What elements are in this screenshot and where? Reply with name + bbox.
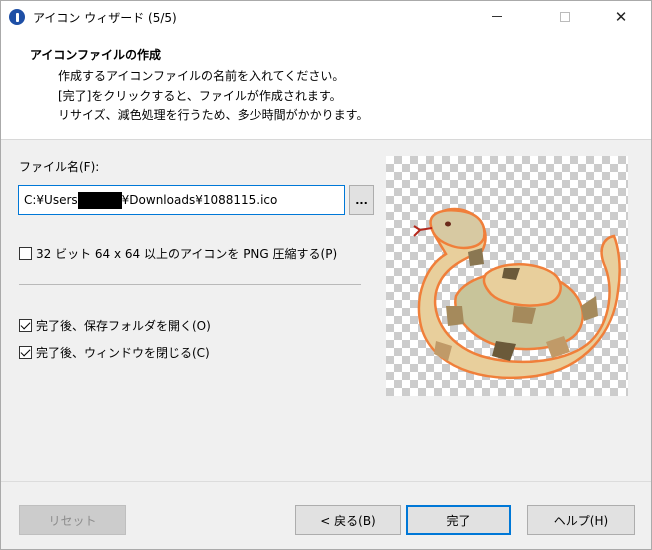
snake-patch — [492, 341, 516, 361]
open-folder-option[interactable]: 完了後、保存フォルダを開く(O) — [19, 317, 211, 334]
redacted-username — [77, 191, 122, 209]
back-button[interactable]: < 戻る(B) — [295, 505, 401, 535]
icon-preview — [386, 156, 628, 396]
snake-icon — [413, 207, 621, 380]
open-folder-checkbox[interactable] — [19, 319, 32, 332]
browse-button[interactable]: ... — [349, 185, 374, 215]
footer-divider — [1, 481, 651, 482]
icon-wizard-window: アイコン ウィザード (5/5) ✕ アイコンファイルの作成 作成するアイコンフ… — [0, 0, 652, 550]
minimize-button[interactable] — [474, 1, 520, 32]
window-title: アイコン ウィザード (5/5) — [33, 11, 177, 25]
help-button[interactable]: ヘルプ(H) — [527, 505, 635, 535]
open-folder-label: 完了後、保存フォルダを開く(O) — [36, 319, 211, 333]
header-instruction-2: [完了]をクリックすると、ファイルが作成されます。 — [58, 89, 342, 103]
finish-button[interactable]: 完了 — [406, 505, 511, 535]
filename-label: ファイル名(F): — [19, 160, 100, 174]
snake-patch — [581, 296, 598, 321]
maximize-icon — [560, 11, 570, 22]
png-compress-label: 32 ビット 64 x 64 以上のアイコンを PNG 圧縮する(P) — [36, 247, 338, 261]
close-button[interactable]: ✕ — [598, 1, 644, 32]
header-instruction-1: 作成するアイコンファイルの名前を入れてください。 — [58, 69, 345, 83]
filename-prefix: C:¥Users — [24, 193, 78, 207]
maximize-button[interactable] — [542, 1, 588, 32]
filename-suffix: ¥Downloads¥1088115.ico — [121, 193, 278, 207]
minimize-icon — [492, 16, 502, 17]
wizard-header: アイコンファイルの作成 作成するアイコンファイルの名前を入れてください。 [完了… — [1, 32, 651, 140]
png-compress-option[interactable]: 32 ビット 64 x 64 以上のアイコンを PNG 圧縮する(P) — [19, 245, 337, 262]
snake-patch — [512, 306, 536, 324]
close-window-checkbox[interactable] — [19, 346, 32, 359]
close-icon: ✕ — [614, 7, 628, 26]
close-window-label: 完了後、ウィンドウを閉じる(C) — [36, 346, 210, 360]
snake-patch — [446, 306, 464, 326]
header-instruction-3: リサイズ、減色処理を行うため、多少時間がかかります。 — [58, 108, 369, 122]
options-divider — [19, 284, 361, 285]
app-info-icon — [9, 9, 25, 25]
filename-input[interactable]: C:¥Users ¥Downloads¥1088115.ico — [18, 185, 345, 215]
snake-tongue — [413, 225, 433, 237]
title-bar: アイコン ウィザード (5/5) ✕ — [1, 1, 651, 32]
close-window-option[interactable]: 完了後、ウィンドウを閉じる(C) — [19, 344, 210, 361]
snake-eye — [445, 221, 451, 227]
header-title: アイコンファイルの作成 — [30, 48, 162, 62]
png-compress-checkbox[interactable] — [19, 247, 32, 260]
reset-button[interactable]: リセット — [19, 505, 126, 535]
